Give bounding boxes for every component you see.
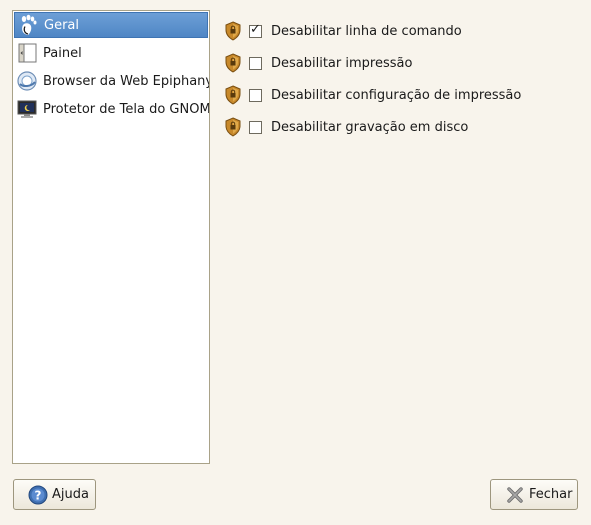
lock-shield-icon[interactable] (224, 117, 242, 137)
close-button-label: Fechar (529, 487, 573, 502)
sidebar-item-geral[interactable]: Geral (14, 12, 208, 38)
lock-shield-icon[interactable] (224, 85, 242, 105)
disable-printing-label[interactable]: Desabilitar impressão (271, 56, 412, 71)
option-row-disable-print-setup: Desabilitar configuração de impressão (224, 78, 521, 112)
checkmark-icon: ✓ (250, 21, 261, 37)
help-button-label: Ajuda (52, 487, 89, 502)
sidebar-item-screensaver[interactable]: Protetor de Tela do GNOME (13, 95, 209, 123)
disable-command-line-label[interactable]: Desabilitar linha de comando (271, 24, 462, 39)
disable-print-setup-checkbox[interactable] (249, 88, 262, 102)
close-button[interactable]: Fechar (490, 479, 578, 510)
help-icon: ? (28, 485, 48, 505)
disable-save-to-disk-label[interactable]: Desabilitar gravação em disco (271, 120, 468, 135)
disable-command-line-checkbox[interactable]: ✓ (249, 21, 262, 38)
panel-icon (16, 42, 38, 64)
disable-print-setup-label[interactable]: Desabilitar configuração de impressão (271, 88, 521, 103)
options-panel: ✓ Desabilitar linha de comando Desabilit… (224, 14, 521, 144)
option-row-disable-save-to-disk: Desabilitar gravação em disco (224, 110, 521, 144)
sidebar-item-label: Painel (43, 45, 82, 61)
gnome-foot-icon (17, 14, 39, 36)
screensaver-monitor-icon (16, 98, 38, 120)
sidebar-item-label: Protetor de Tela do GNOME (43, 101, 209, 117)
disable-save-to-disk-checkbox[interactable] (249, 120, 262, 134)
web-browser-globe-icon (16, 70, 38, 92)
sidebar-item-painel[interactable]: Painel (13, 39, 209, 67)
option-row-disable-command-line: ✓ Desabilitar linha de comando (224, 14, 521, 48)
svg-text:?: ? (35, 488, 42, 502)
lock-shield-icon[interactable] (224, 53, 242, 73)
disable-printing-checkbox[interactable] (249, 56, 262, 70)
sidebar-item-epiphany[interactable]: Browser da Web Epiphany (13, 67, 209, 95)
help-button[interactable]: ? Ajuda (13, 479, 96, 510)
sidebar-item-label: Browser da Web Epiphany (43, 73, 209, 89)
sidebar-item-label: Geral (44, 17, 79, 33)
close-icon (505, 485, 525, 505)
option-row-disable-printing: Desabilitar impressão (224, 46, 521, 80)
category-list[interactable]: Geral Painel Browser da Web Epiphany Pro… (12, 10, 210, 464)
lock-shield-icon[interactable] (224, 21, 242, 41)
